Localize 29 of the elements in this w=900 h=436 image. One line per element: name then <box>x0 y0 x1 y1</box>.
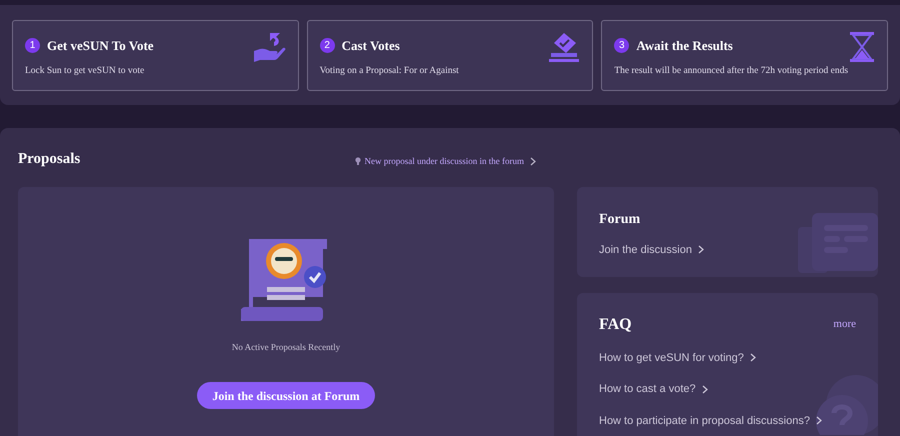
hand-holding-coin-icon <box>252 31 286 63</box>
step-title: Get veSUN To Vote <box>47 37 154 55</box>
step-description: Lock Sun to get veSUN to vote <box>25 64 146 78</box>
card-title: Forum <box>599 210 642 228</box>
step-number: 2 <box>320 38 335 54</box>
step-number: 1 <box>25 38 40 54</box>
faq-question-link[interactable]: How to participate in proposal discussions? <box>599 412 822 429</box>
join-forum-button[interactable]: Join the discussion at Forum <box>197 382 375 409</box>
step-title: Await the Results <box>636 37 733 55</box>
chevron-right-icon <box>702 384 708 394</box>
hourglass-icon <box>848 31 875 63</box>
chevron-right-icon <box>698 245 704 254</box>
empty-state-text: No Active Proposals Recently <box>232 340 340 354</box>
step-title: Cast Votes <box>342 37 400 55</box>
step-description: The result will be announced after the 72h voting period ends <box>614 64 848 78</box>
ballot-box-icon <box>548 31 580 63</box>
faq-question-link[interactable]: How to cast a vote? <box>599 381 708 398</box>
forum-notice-link[interactable]: New proposal under discussion in the forum <box>354 154 536 168</box>
card-title: FAQ <box>599 314 632 334</box>
section-title: Proposals <box>18 150 80 169</box>
chevron-right-icon <box>816 416 822 426</box>
lightbulb-icon <box>354 157 361 166</box>
chevron-right-icon <box>750 353 756 362</box>
chevron-right-icon <box>530 156 536 166</box>
faq-question-link[interactable]: How to get veSUN for voting? <box>599 350 756 366</box>
join-discussion-link[interactable]: Join the discussion <box>599 242 704 258</box>
step-number: 3 <box>614 38 630 54</box>
step-description: Voting on a Proposal: For or Against <box>320 64 459 78</box>
more-link[interactable]: more <box>833 316 856 333</box>
